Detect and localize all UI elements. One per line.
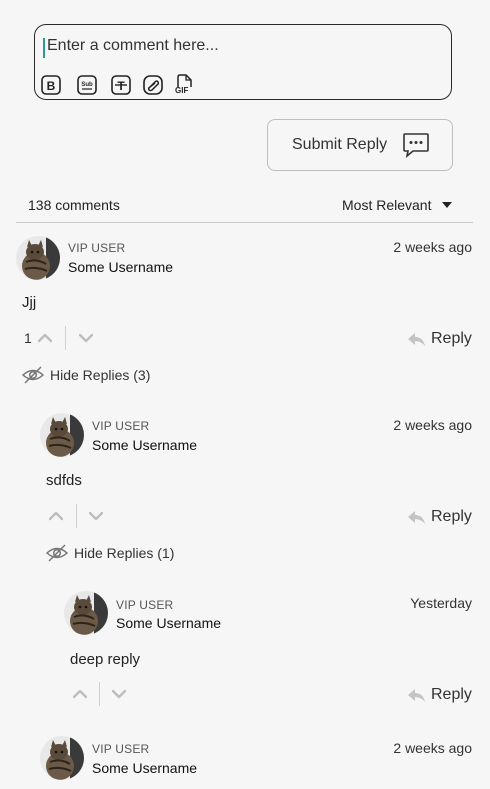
svg-text:T: T	[117, 79, 125, 93]
avatar[interactable]	[40, 413, 84, 457]
gif-label: GIF	[175, 86, 189, 95]
comment-time: 2 weeks ago	[393, 417, 472, 433]
user-badge: VIP USER	[92, 419, 150, 433]
gif-icon[interactable]: GIF	[175, 73, 195, 97]
comment-time: 2 weeks ago	[393, 740, 472, 756]
comment-body: sdfds	[46, 472, 82, 489]
eye-slash-icon[interactable]	[22, 366, 44, 384]
comment-input-placeholder[interactable]: Enter a comment here...	[47, 37, 219, 55]
upvote-icon[interactable]	[73, 688, 87, 700]
comment-count: 138 comments	[28, 197, 120, 213]
comment-body: Jjj	[22, 294, 37, 311]
comment-time: Yesterday	[410, 595, 472, 611]
downvote-icon[interactable]	[89, 510, 103, 522]
vote-separator	[76, 504, 77, 528]
reply-button[interactable]: Reply	[431, 686, 472, 704]
text-caret	[43, 38, 45, 58]
divider	[16, 222, 473, 223]
avatar[interactable]	[64, 591, 108, 635]
vote-separator	[99, 682, 100, 706]
downvote-icon[interactable]	[79, 332, 93, 344]
svg-text:Sub: Sub	[81, 82, 93, 88]
downvote-icon[interactable]	[112, 688, 126, 700]
reply-arrow-icon[interactable]	[407, 331, 427, 347]
attachment-icon[interactable]	[143, 75, 163, 95]
reply-arrow-icon[interactable]	[407, 509, 427, 525]
hide-replies-toggle[interactable]: Hide Replies (3)	[50, 367, 150, 383]
submit-reply-button[interactable]: Submit Reply	[267, 119, 453, 171]
comment-time: 2 weeks ago	[393, 239, 472, 255]
eye-slash-icon[interactable]	[46, 544, 68, 562]
username[interactable]: Some Username	[68, 259, 173, 275]
reply-arrow-icon[interactable]	[407, 687, 427, 703]
sort-dropdown[interactable]: Most Relevant	[342, 197, 431, 213]
hide-replies-toggle[interactable]: Hide Replies (1)	[74, 545, 174, 561]
svg-text:B: B	[47, 79, 56, 93]
avatar[interactable]	[16, 236, 60, 280]
caret-down-icon[interactable]	[442, 202, 452, 208]
upvote-icon[interactable]	[49, 510, 63, 522]
comment-body: deep reply	[70, 651, 141, 668]
reply-button[interactable]: Reply	[431, 508, 472, 526]
username[interactable]: Some Username	[116, 615, 221, 631]
strikethrough-icon[interactable]: T	[111, 75, 131, 95]
upvote-icon[interactable]	[38, 332, 52, 344]
submit-reply-label: Submit Reply	[292, 136, 388, 153]
vote-count: 1	[24, 330, 32, 346]
bold-icon[interactable]: B	[41, 75, 61, 95]
comment-editor[interactable]: Enter a comment here... B Sub T GIF	[34, 24, 452, 100]
user-badge: VIP USER	[68, 241, 126, 255]
subscript-icon[interactable]: Sub	[77, 75, 97, 95]
vote-separator	[65, 326, 66, 350]
username[interactable]: Some Username	[92, 437, 197, 453]
chat-bubble-icon	[402, 132, 430, 163]
reply-button[interactable]: Reply	[431, 330, 472, 348]
avatar[interactable]	[40, 736, 84, 780]
user-badge: VIP USER	[92, 742, 150, 756]
user-badge: VIP USER	[116, 598, 174, 612]
username[interactable]: Some Username	[92, 760, 197, 776]
